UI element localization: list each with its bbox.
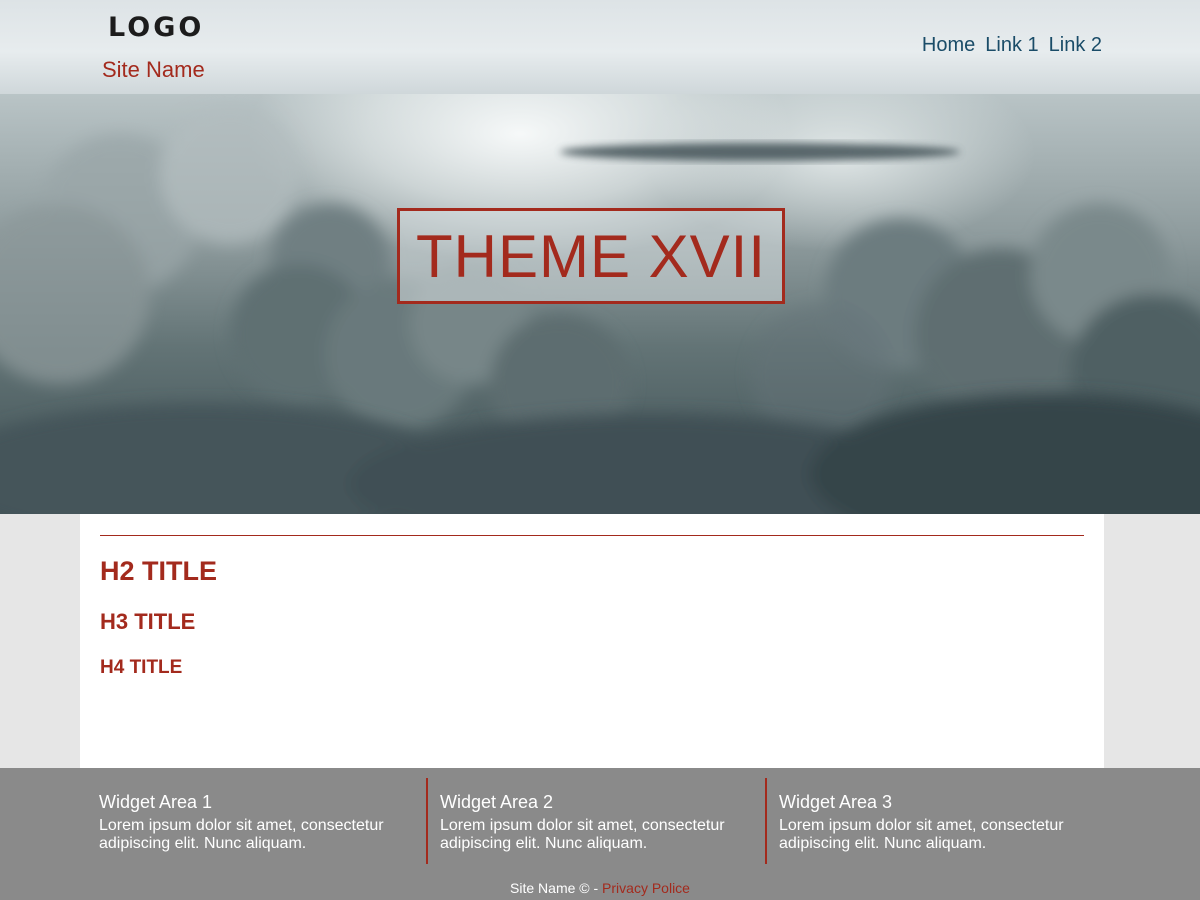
- hero-banner: THEME XVII: [0, 94, 1200, 514]
- widget-area-2: Widget Area 2 Lorem ipsum dolor sit amet…: [426, 778, 746, 864]
- main-content: H2 TITLE H3 TITLE H4 TITLE: [80, 514, 1104, 768]
- logo[interactable]: LOGO: [108, 12, 204, 43]
- main-nav: Home Link 1 Link 2: [922, 34, 1102, 57]
- widget-area-1: Widget Area 1 Lorem ipsum dolor sit amet…: [99, 778, 419, 864]
- widget-title: Widget Area 3: [779, 792, 893, 812]
- nav-link-2[interactable]: Link 2: [1049, 34, 1102, 57]
- privacy-policy-link[interactable]: Privacy Police: [602, 880, 690, 896]
- nav-link-1[interactable]: Link 1: [985, 34, 1038, 57]
- site-header: LOGO Site Name Home Link 1 Link 2: [0, 0, 1200, 94]
- copyright-text: Site Name © -: [510, 880, 603, 896]
- h4-title: H4 TITLE: [100, 657, 183, 678]
- widget-area-3: Widget Area 3 Lorem ipsum dolor sit amet…: [765, 778, 1085, 864]
- widget-text: Lorem ipsum dolor sit amet, consectetur …: [779, 817, 1064, 852]
- h2-title: H2 TITLE: [100, 556, 218, 586]
- h3-title: H3 TITLE: [100, 609, 196, 634]
- widget-text: Lorem ipsum dolor sit amet, consectetur …: [99, 817, 384, 852]
- nav-link-home[interactable]: Home: [922, 34, 975, 57]
- copyright-line: Site Name © - Privacy Police: [0, 880, 1200, 896]
- site-footer: Widget Area 1 Lorem ipsum dolor sit amet…: [0, 768, 1200, 900]
- content-divider: [100, 535, 1084, 536]
- widget-text: Lorem ipsum dolor sit amet, consectetur …: [440, 817, 725, 852]
- widget-title: Widget Area 2: [440, 792, 554, 812]
- site-name[interactable]: Site Name: [102, 57, 205, 83]
- hero-title: THEME XVII: [397, 208, 785, 304]
- cloud-background-image: [0, 104, 1200, 514]
- widget-title: Widget Area 1: [99, 792, 213, 812]
